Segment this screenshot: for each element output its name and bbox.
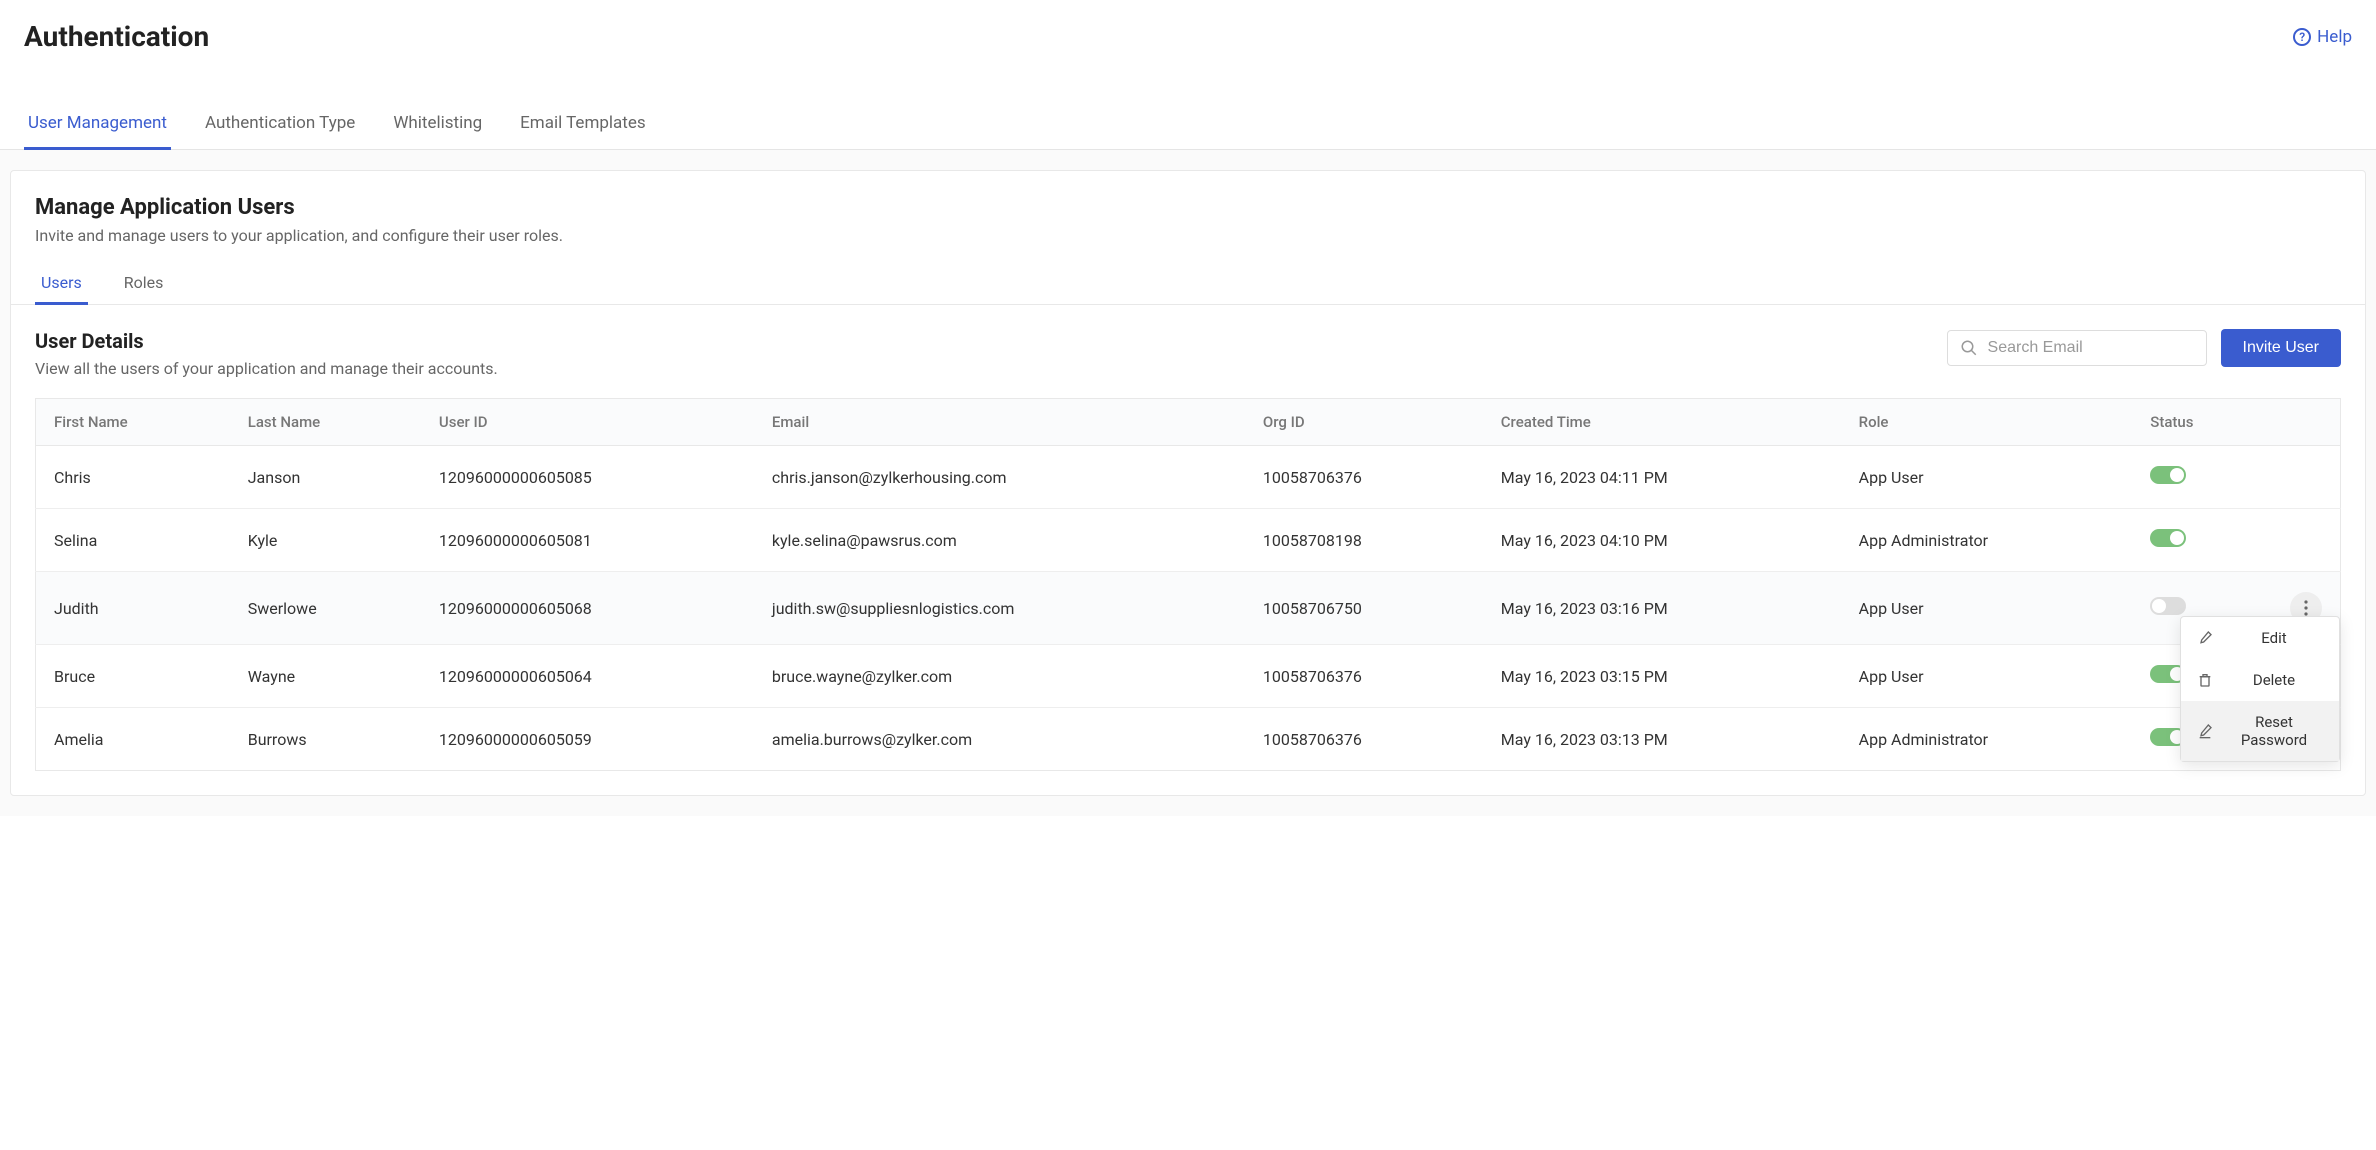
status-toggle[interactable] bbox=[2150, 597, 2186, 615]
table-body: ChrisJanson12096000000605085chris.janson… bbox=[36, 446, 2341, 771]
cell-org-id: 10058706376 bbox=[1245, 708, 1483, 771]
invite-user-button[interactable]: Invite User bbox=[2221, 329, 2341, 367]
column-header-last-name: Last Name bbox=[230, 399, 421, 446]
cell-status bbox=[2132, 509, 2272, 572]
search-icon bbox=[1960, 339, 1978, 357]
main-tab-user-management[interactable]: User Management bbox=[24, 99, 171, 150]
table-head: First NameLast NameUser IDEmailOrg IDCre… bbox=[36, 399, 2341, 446]
cell-created-time: May 16, 2023 03:15 PM bbox=[1483, 645, 1841, 708]
menu-item-label: Edit bbox=[2225, 629, 2323, 647]
details-header: User Details View all the users of your … bbox=[35, 329, 2341, 378]
cell-created-time: May 16, 2023 04:11 PM bbox=[1483, 446, 1841, 509]
details-actions: Invite User bbox=[1947, 329, 2341, 367]
cell-first-name: Chris bbox=[36, 446, 230, 509]
cell-email: amelia.burrows@zylker.com bbox=[754, 708, 1245, 771]
search-wrapper[interactable] bbox=[1947, 330, 2207, 366]
column-header-status: Status bbox=[2132, 399, 2272, 446]
cell-created-time: May 16, 2023 03:13 PM bbox=[1483, 708, 1841, 771]
sub-tabs: Users Roles bbox=[11, 263, 2365, 305]
main-tab-email-templates[interactable]: Email Templates bbox=[516, 99, 650, 150]
column-header-org-id: Org ID bbox=[1245, 399, 1483, 446]
sub-tab-roles[interactable]: Roles bbox=[118, 263, 170, 305]
cell-role: App User bbox=[1841, 572, 2133, 645]
cell-email: chris.janson@zylkerhousing.com bbox=[754, 446, 1245, 509]
table-wrapper: First NameLast NameUser IDEmailOrg IDCre… bbox=[11, 398, 2365, 795]
main-tab-whitelisting[interactable]: Whitelisting bbox=[389, 99, 486, 150]
help-icon: ? bbox=[2293, 28, 2311, 46]
cell-org-id: 10058706376 bbox=[1245, 446, 1483, 509]
cell-status bbox=[2132, 446, 2272, 509]
cell-user-id: 12096000000605068 bbox=[421, 572, 754, 645]
column-header-user-id: User ID bbox=[421, 399, 754, 446]
cell-email: judith.sw@suppliesnlogistics.com bbox=[754, 572, 1245, 645]
table-row: BruceWayne12096000000605064bruce.wayne@z… bbox=[36, 645, 2341, 708]
cell-actions: EditDeleteReset Password bbox=[2272, 572, 2341, 645]
main-tabs: User Management Authentication Type Whitel… bbox=[0, 99, 2376, 150]
help-label: Help bbox=[2317, 27, 2352, 47]
help-link[interactable]: ? Help bbox=[2293, 27, 2352, 47]
edit-icon bbox=[2197, 630, 2213, 646]
cell-last-name: Burrows bbox=[230, 708, 421, 771]
column-header-actions bbox=[2272, 399, 2341, 446]
sub-tab-users[interactable]: Users bbox=[35, 263, 88, 305]
cell-email: bruce.wayne@zylker.com bbox=[754, 645, 1245, 708]
cell-first-name: Amelia bbox=[36, 708, 230, 771]
search-input[interactable] bbox=[1988, 339, 2195, 357]
status-toggle[interactable] bbox=[2150, 466, 2186, 484]
section-title: Manage Application Users bbox=[35, 195, 2341, 220]
cell-user-id: 12096000000605081 bbox=[421, 509, 754, 572]
cell-org-id: 10058706376 bbox=[1245, 645, 1483, 708]
card: Manage Application Users Invite and mana… bbox=[10, 170, 2366, 796]
page-header: Authentication ? Help bbox=[0, 0, 2376, 69]
details-left: User Details View all the users of your … bbox=[35, 329, 1947, 378]
cell-role: App Administrator bbox=[1841, 708, 2133, 771]
details-subtitle: View all the users of your application a… bbox=[35, 359, 1947, 378]
menu-item-label: Reset Password bbox=[2225, 713, 2323, 749]
menu-item-reset-password[interactable]: Reset Password bbox=[2181, 701, 2339, 761]
menu-item-label: Delete bbox=[2225, 671, 2323, 689]
cell-last-name: Wayne bbox=[230, 645, 421, 708]
cell-role: App User bbox=[1841, 446, 2133, 509]
cell-user-id: 12096000000605059 bbox=[421, 708, 754, 771]
cell-first-name: Selina bbox=[36, 509, 230, 572]
cell-first-name: Judith bbox=[36, 572, 230, 645]
table-row: JudithSwerlowe12096000000605068judith.sw… bbox=[36, 572, 2341, 645]
cell-last-name: Janson bbox=[230, 446, 421, 509]
table-row: ChrisJanson12096000000605085chris.janson… bbox=[36, 446, 2341, 509]
cell-role: App User bbox=[1841, 645, 2133, 708]
cell-last-name: Kyle bbox=[230, 509, 421, 572]
column-header-role: Role bbox=[1841, 399, 2133, 446]
table-row: SelinaKyle12096000000605081kyle.selina@p… bbox=[36, 509, 2341, 572]
trash-icon bbox=[2197, 672, 2213, 688]
column-header-first-name: First Name bbox=[36, 399, 230, 446]
cell-last-name: Swerlowe bbox=[230, 572, 421, 645]
column-header-created-time: Created Time bbox=[1483, 399, 1841, 446]
details-title: User Details bbox=[35, 329, 1947, 353]
menu-item-edit[interactable]: Edit bbox=[2181, 617, 2339, 659]
cell-created-time: May 16, 2023 04:10 PM bbox=[1483, 509, 1841, 572]
page-title: Authentication bbox=[24, 20, 209, 53]
details-section: User Details View all the users of your … bbox=[11, 305, 2365, 378]
cell-user-id: 12096000000605085 bbox=[421, 446, 754, 509]
cell-actions bbox=[2272, 509, 2341, 572]
cell-first-name: Bruce bbox=[36, 645, 230, 708]
section-header: Manage Application Users Invite and mana… bbox=[11, 195, 2365, 245]
cell-created-time: May 16, 2023 03:16 PM bbox=[1483, 572, 1841, 645]
cell-email: kyle.selina@pawsrus.com bbox=[754, 509, 1245, 572]
cell-actions bbox=[2272, 446, 2341, 509]
users-table: First NameLast NameUser IDEmailOrg IDCre… bbox=[35, 398, 2341, 771]
table-row: AmeliaBurrows12096000000605059amelia.bur… bbox=[36, 708, 2341, 771]
cell-user-id: 12096000000605064 bbox=[421, 645, 754, 708]
column-header-email: Email bbox=[754, 399, 1245, 446]
cell-org-id: 10058706750 bbox=[1245, 572, 1483, 645]
content-container: Manage Application Users Invite and mana… bbox=[0, 150, 2376, 816]
menu-item-delete[interactable]: Delete bbox=[2181, 659, 2339, 701]
main-tab-authentication-type[interactable]: Authentication Type bbox=[201, 99, 359, 150]
status-toggle[interactable] bbox=[2150, 529, 2186, 547]
section-subtitle: Invite and manage users to your applicat… bbox=[35, 226, 2341, 245]
cell-org-id: 10058708198 bbox=[1245, 509, 1483, 572]
cell-role: App Administrator bbox=[1841, 509, 2133, 572]
edit-underline-icon bbox=[2197, 723, 2213, 739]
row-actions-menu: Edit Delete Reset Password bbox=[2180, 616, 2340, 762]
